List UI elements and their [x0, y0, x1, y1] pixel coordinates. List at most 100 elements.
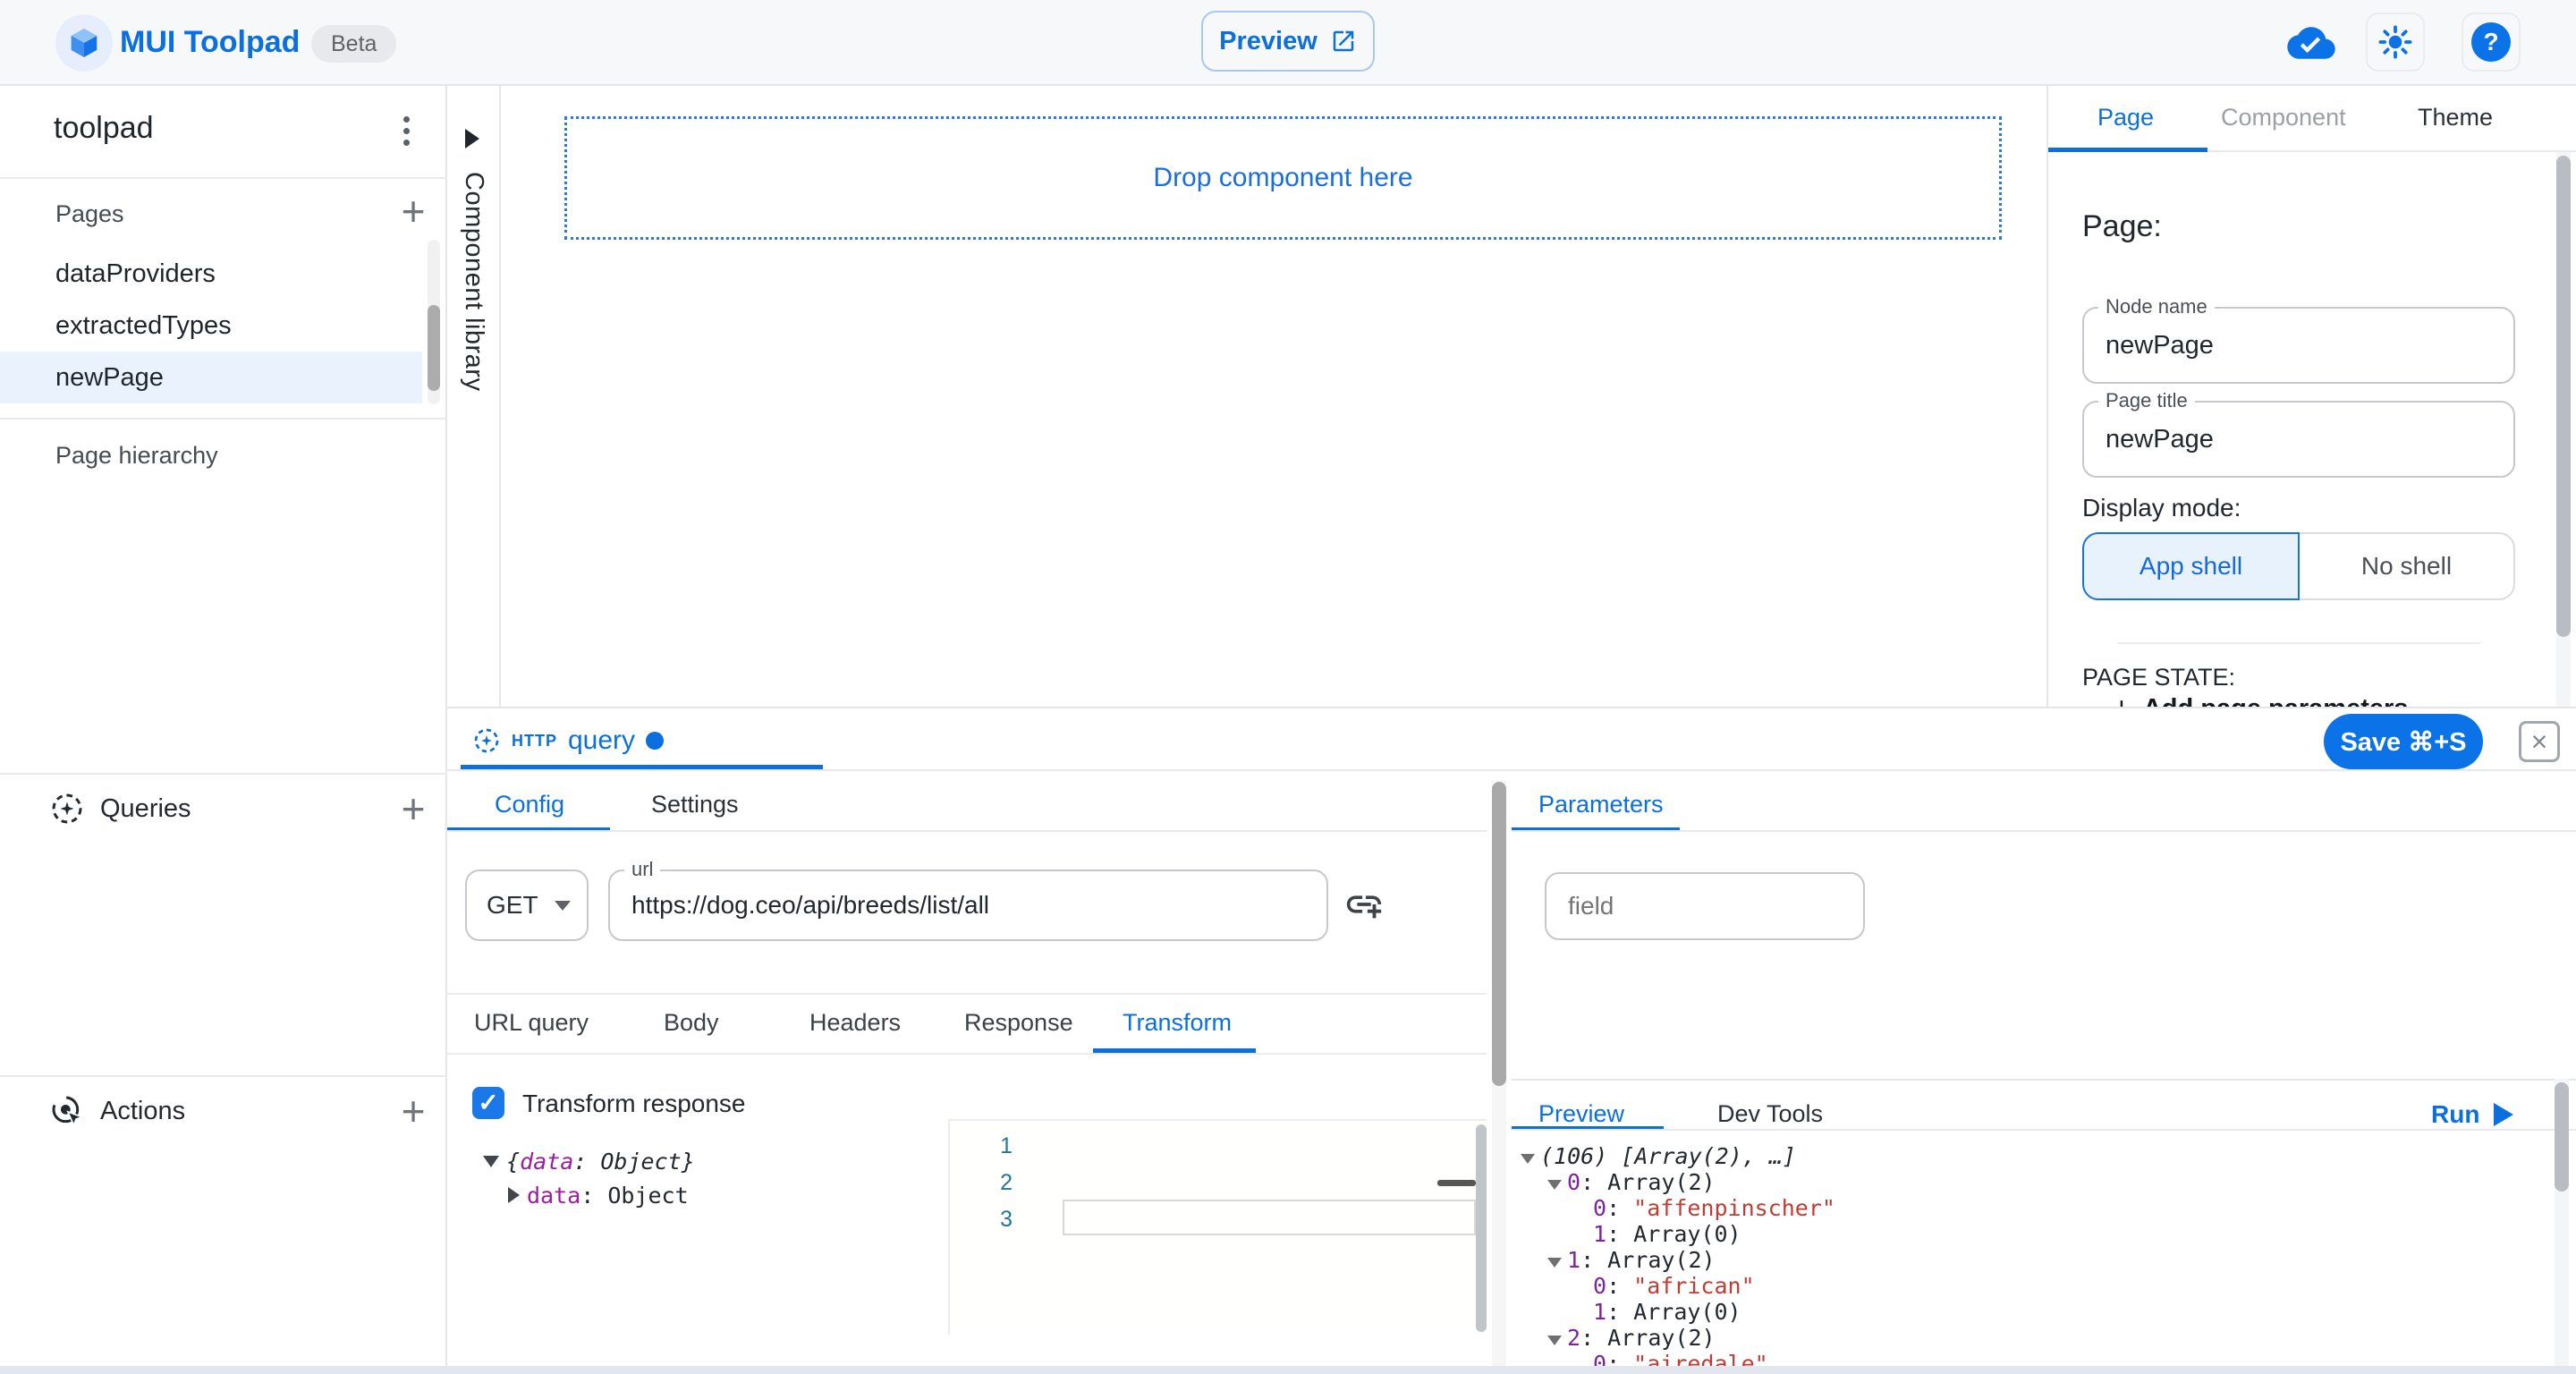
preview-button[interactable]: Preview [1201, 11, 1375, 72]
drop-zone-text: Drop component here [1153, 163, 1412, 193]
tab-parameters[interactable]: Parameters [1538, 791, 1664, 818]
project-name: toolpad [54, 111, 154, 146]
preview-button-label: Preview [1219, 27, 1318, 56]
add-query-button[interactable]: + [390, 785, 436, 832]
result-row[interactable]: 2: Array(2) [1521, 1325, 2549, 1351]
inspector-scrollbar-thumb[interactable] [2556, 156, 2571, 637]
actions-icon [49, 1093, 85, 1129]
query-tab[interactable]: HTTP query [472, 716, 664, 766]
tab-dev-tools[interactable]: Dev Tools [1717, 1100, 1823, 1128]
query-result-tree: (106) [Array(2), …] 0: Array(2) 0: "affe… [1521, 1143, 2549, 1374]
drop-zone[interactable]: Drop component here [564, 116, 2002, 240]
plus-icon: + [2113, 691, 2131, 708]
result-row[interactable]: 0: "affenpinscher" [1521, 1195, 2549, 1221]
transform-tree-root[interactable]: {data: Object} [483, 1149, 695, 1175]
tab-config[interactable]: Config [495, 791, 564, 818]
result-row[interactable]: 0: "african" [1521, 1273, 2549, 1299]
theme-toggle-button[interactable] [2366, 13, 2425, 72]
tab-transform[interactable]: Transform [1123, 1009, 1232, 1037]
kebab-menu-icon [403, 116, 410, 123]
unsaved-indicator-dot [646, 732, 664, 750]
page-state-label: PAGE STATE: [2082, 664, 2235, 691]
queries-icon [49, 791, 85, 827]
query-name-label: query [568, 725, 635, 756]
toolpad-logo-icon [67, 26, 101, 60]
result-row[interactable]: 1: Array(2) [1521, 1247, 2549, 1273]
url-input[interactable] [631, 871, 1305, 939]
sidebar-item-extractedtypes[interactable]: extractedTypes [0, 300, 422, 352]
tab-settings[interactable]: Settings [651, 791, 739, 818]
line-number: 1 [959, 1128, 1013, 1165]
pages-scrollbar-thumb[interactable] [428, 305, 440, 391]
tab-headers[interactable]: Headers [809, 1009, 901, 1037]
page-title-input[interactable] [2106, 403, 2492, 476]
sidebar-item-dataproviders[interactable]: dataProviders [0, 248, 422, 300]
run-button[interactable]: Run [2431, 1100, 2513, 1129]
current-line-highlight [1063, 1200, 1476, 1235]
add-link-icon [1343, 884, 1385, 925]
explorer-sidebar: toolpad Pages + dataProviders extractedT… [0, 86, 447, 1374]
collapse-arrow-icon[interactable] [1547, 1180, 1562, 1190]
collapse-arrow-icon[interactable] [1547, 1258, 1562, 1268]
component-library-label: Component library [459, 172, 488, 391]
tab-response[interactable]: Response [964, 1009, 1073, 1037]
add-page-parameters-button[interactable]: + Add page parameters [2113, 691, 2408, 707]
result-row[interactable]: 1: Array(0) [1521, 1299, 2549, 1325]
open-in-new-icon [1330, 28, 1357, 55]
tab-body[interactable]: Body [664, 1009, 719, 1037]
tab-page[interactable]: Page [2097, 104, 2154, 131]
chevron-down-icon [555, 901, 571, 911]
code-line-1: return Object.entries(data.messag [1057, 1128, 1485, 1165]
sidebar-item-newpage[interactable]: newPage [0, 352, 422, 403]
tab-theme[interactable]: Theme [2418, 104, 2493, 131]
expand-arrow-icon[interactable] [508, 1187, 520, 1203]
save-button[interactable]: Save ⌘+S [2324, 714, 2483, 769]
project-menu-button[interactable] [383, 107, 429, 154]
overview-ruler-mark [1437, 1180, 1476, 1186]
tab-preview[interactable]: Preview [1538, 1100, 1624, 1128]
parameter-name-field [1545, 872, 1865, 940]
line-number: 2 [959, 1165, 1013, 1201]
result-root-row[interactable]: (106) [Array(2), …] [1521, 1143, 2549, 1169]
light-mode-sun-icon [2378, 25, 2412, 59]
transform-code-editor[interactable]: 1 2 3 return Object.entries(data.messag [948, 1119, 1487, 1335]
transform-response-label: Transform response [522, 1090, 746, 1118]
result-row[interactable]: 0: Array(2) [1521, 1169, 2549, 1195]
component-library-panel[interactable]: Component library [447, 86, 501, 707]
result-row[interactable]: 1: Array(0) [1521, 1221, 2549, 1247]
tab-url-query[interactable]: URL query [474, 1009, 589, 1037]
deploy-status-button[interactable] [2283, 20, 2340, 66]
sidebar-item-page-hierarchy[interactable]: Page hierarchy [55, 442, 218, 470]
http-method-value: GET [487, 891, 538, 920]
parameter-name-input[interactable] [1568, 874, 1842, 938]
cloud-done-icon [2286, 25, 2336, 61]
app-title: MUI Toolpad [120, 0, 300, 84]
queries-section-label: Queries [100, 794, 191, 824]
bind-url-button[interactable] [1343, 884, 1385, 929]
collapse-arrow-icon[interactable] [1547, 1336, 1562, 1345]
collapse-arrow-icon[interactable] [483, 1156, 499, 1167]
display-mode-app-shell[interactable]: App shell [2082, 532, 2300, 600]
top-bar: MUI Toolpad Beta Preview ? [0, 0, 2576, 86]
node-name-input[interactable] [2106, 309, 2492, 382]
page-title-field: Page title [2082, 401, 2515, 478]
transform-response-checkbox[interactable]: ✓ [472, 1087, 504, 1119]
add-action-button[interactable]: + [390, 1088, 436, 1134]
help-button[interactable]: ? [2462, 13, 2521, 72]
editor-scrollbar-thumb[interactable] [1476, 1124, 1487, 1332]
config-pane-scrollbar-thumb[interactable] [1492, 782, 1506, 1086]
add-page-button[interactable]: + [390, 188, 436, 234]
toolpad-logo[interactable] [55, 14, 113, 72]
pages-section-label: Pages [55, 200, 124, 228]
transform-tree-child[interactable]: data: Object [508, 1183, 689, 1209]
tab-component[interactable]: Component [2221, 104, 2346, 131]
close-query-editor-button[interactable]: × [2519, 721, 2560, 762]
page-heading: Page: [2082, 209, 2162, 244]
query-protocol-label: HTTP [512, 732, 557, 751]
display-mode-no-shell[interactable]: No shell [2300, 532, 2515, 600]
display-mode-label: Display mode: [2082, 494, 2241, 522]
collapse-arrow-icon[interactable] [1521, 1154, 1535, 1164]
preview-scrollbar-thumb[interactable] [2555, 1082, 2569, 1192]
http-method-select[interactable]: GET [465, 869, 589, 941]
line-number: 3 [959, 1201, 1013, 1238]
